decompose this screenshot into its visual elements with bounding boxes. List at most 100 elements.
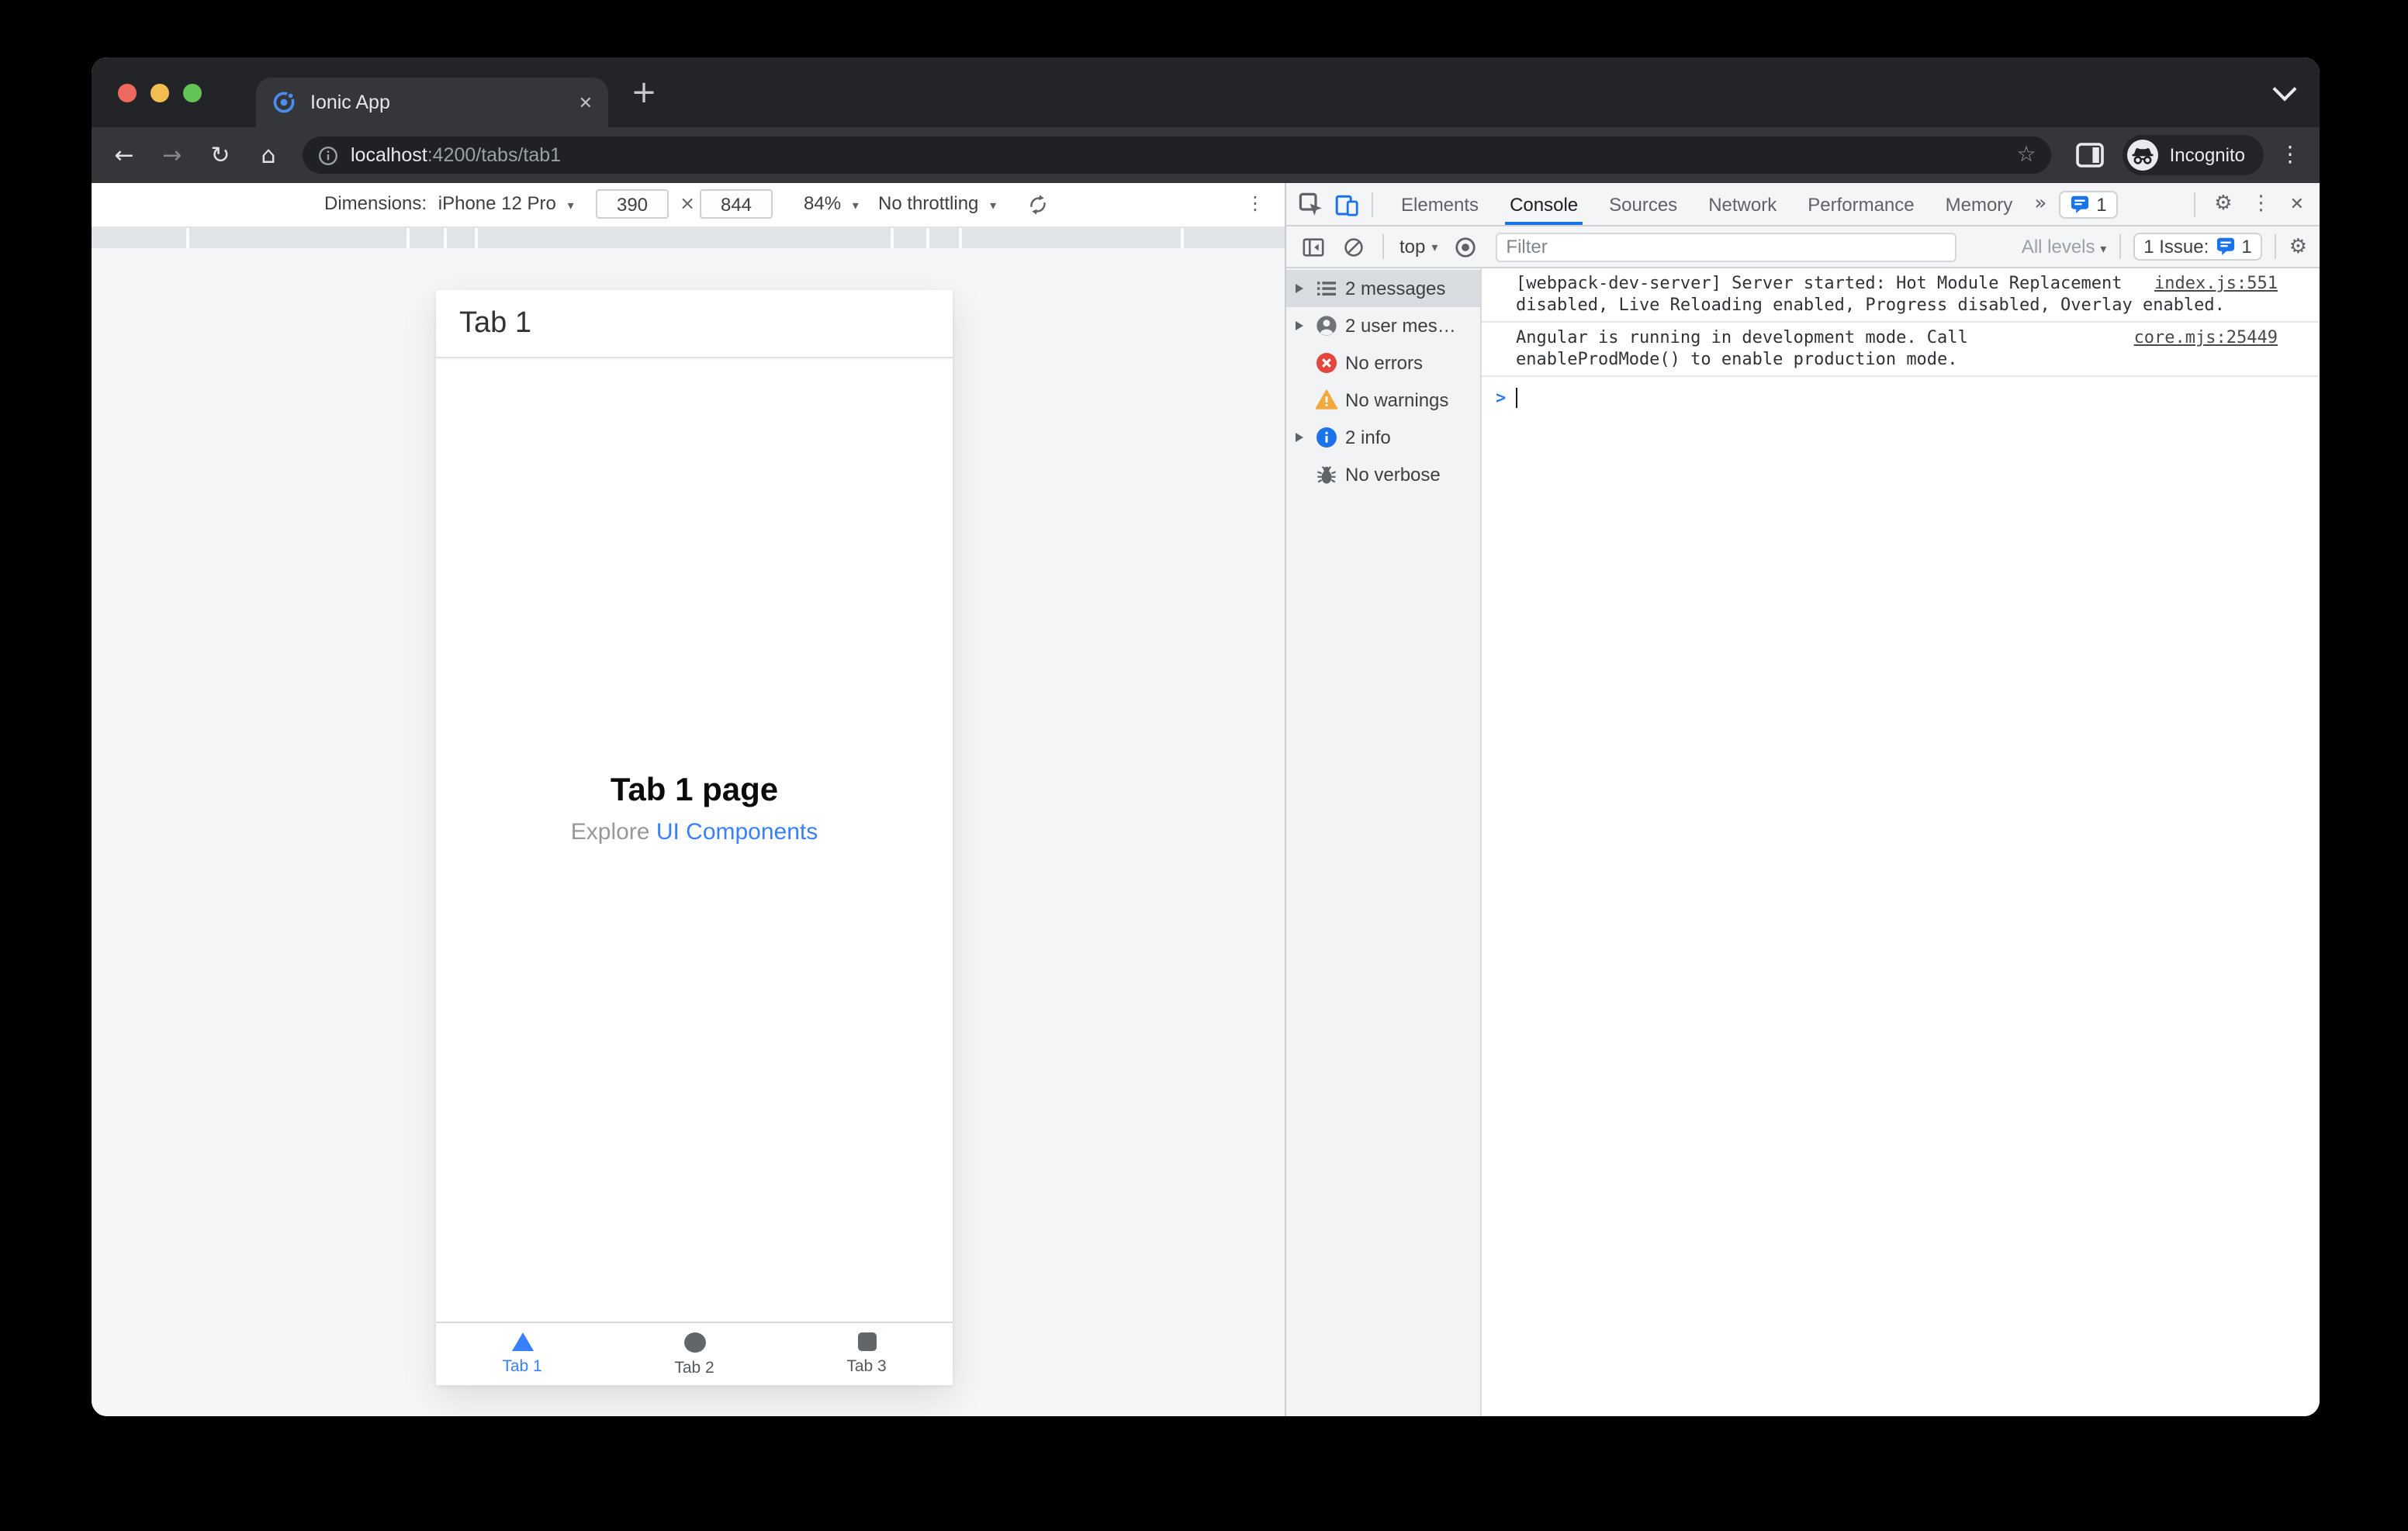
live-expression-eye-icon[interactable] <box>1453 235 1476 258</box>
sidebar-filter-2-info[interactable]: 2 info <box>1286 419 1480 456</box>
subtitle-text: Explore <box>570 819 650 845</box>
throttling-selector[interactable]: No throttling ▾ <box>878 183 996 226</box>
device-width-input[interactable] <box>596 189 669 219</box>
sidebar-filter-label: 2 user mes… <box>1345 315 1456 337</box>
tab-strip: Ionic App ✕ + <box>92 57 2320 127</box>
minimize-window-button[interactable] <box>150 84 169 102</box>
site-info-icon[interactable] <box>318 145 338 165</box>
triangle-icon <box>511 1332 533 1351</box>
disclosure-triangle-icon[interactable] <box>1292 321 1306 330</box>
app-tab-tab-2[interactable]: Tab 2 <box>608 1323 780 1385</box>
tab-close-icon[interactable]: ✕ <box>579 92 593 112</box>
circle-icon <box>683 1332 705 1352</box>
console-prompt[interactable]: > <box>1482 377 2320 408</box>
sidebar-filter-label: No errors <box>1345 352 1424 374</box>
log-levels-selector[interactable]: All levels ▾ <box>2022 236 2106 257</box>
side-panel-icon[interactable] <box>2076 143 2105 168</box>
source-location-link[interactable]: core.mjs:25449 <box>2134 327 2278 348</box>
device-emulation-pane: Dimensions: iPhone 12 Pro ▾ × 84% ▾ No t… <box>92 183 1286 1416</box>
console-panel: 2 messages 2 user mes… No errors No warning… <box>1286 268 2320 1416</box>
console-issues-count: 1 <box>2241 236 2252 257</box>
console-message-line: disabled, Live Reloading enabled, Progre… <box>1516 294 2225 314</box>
forward-button[interactable]: → <box>152 135 192 175</box>
app-header: Tab 1 <box>436 290 953 358</box>
zoom-selector[interactable]: 84% ▾ <box>804 183 859 226</box>
source-location-link[interactable]: index.js:551 <box>2154 273 2278 294</box>
sidebar-filter-no-warnings[interactable]: No warnings <box>1286 382 1480 419</box>
sidebar-filter-no-errors[interactable]: No errors <box>1286 344 1480 382</box>
app-tab-label: Tab 3 <box>846 1357 887 1376</box>
device-selector[interactable]: Dimensions: iPhone 12 Pro ▾ <box>324 183 574 226</box>
console-message: Angular is running in development mode. … <box>1482 323 2320 377</box>
maximize-window-button[interactable] <box>183 84 202 102</box>
device-toolbar-toggle-icon[interactable] <box>1334 192 1359 216</box>
devtools-close-icon[interactable]: ✕ <box>2290 194 2304 214</box>
incognito-badge: Incognito <box>2123 135 2264 175</box>
sidebar-filter-label: 2 messages <box>1345 278 1446 299</box>
console-settings-icon[interactable]: ⚙ <box>2289 235 2307 258</box>
devtools-tab-sources[interactable]: Sources <box>1593 183 1693 225</box>
rotate-device-icon[interactable] <box>1027 194 1049 216</box>
page-title: Tab 1 page <box>610 772 779 808</box>
devtools-tab-console[interactable]: Console <box>1494 183 1593 225</box>
window-controls <box>118 84 202 102</box>
app-tab-tab-1[interactable]: Tab 1 <box>436 1323 608 1385</box>
device-toolbar-menu-icon[interactable]: ⋮ <box>1246 183 1265 225</box>
console-message: [webpack-dev-server] Server started: Hot… <box>1482 268 2320 323</box>
disclosure-triangle-icon[interactable] <box>1292 284 1306 293</box>
device-height-input[interactable] <box>700 189 773 219</box>
main-area: Dimensions: iPhone 12 Pro ▾ × 84% ▾ No t… <box>92 183 2320 1416</box>
console-issues-counter[interactable]: 1 Issue: 1 <box>2133 233 2263 261</box>
browser-toolbar: ← → ↻ ⌂ localhost:4200/tabs/tab1 ☆ Inco… <box>92 127 2320 183</box>
console-toolbar: top ▾ All levels ▾ <box>1286 226 2320 268</box>
dimensions-times-label: × <box>680 192 696 214</box>
sidebar-filter-no-verbose[interactable]: No verbose <box>1286 456 1480 493</box>
devtools-tab-memory[interactable]: Memory <box>1930 183 2029 225</box>
reload-button[interactable]: ↻ <box>200 135 240 175</box>
javascript-context-selector[interactable]: top ▾ <box>1399 236 1438 257</box>
app-tab-tab-3[interactable]: Tab 3 <box>780 1323 953 1385</box>
tab-search-chevron-icon[interactable] <box>2272 77 2297 102</box>
square-icon <box>857 1332 876 1351</box>
clear-console-icon[interactable] <box>1336 237 1370 257</box>
warning-icon <box>1314 389 1337 411</box>
user-icon <box>1314 315 1337 337</box>
console-filter-input[interactable] <box>1495 232 1956 261</box>
console-message-line: enableProdMode() to enable production mo… <box>1516 348 1958 368</box>
disclosure-triangle-icon[interactable] <box>1292 433 1306 442</box>
ionic-favicon-icon <box>272 90 296 115</box>
app-header-title: Tab 1 <box>459 306 531 339</box>
devtools-tab-elements[interactable]: Elements <box>1386 183 1494 225</box>
bookmark-star-icon[interactable]: ☆ <box>2016 143 2036 168</box>
issues-counter[interactable]: 1 <box>2059 190 2118 218</box>
back-button[interactable]: ← <box>104 135 144 175</box>
media-query-bar[interactable] <box>92 228 1285 248</box>
home-button[interactable]: ⌂ <box>248 135 289 175</box>
console-message-line: [webpack-dev-server] Server started: Hot… <box>1516 273 2123 293</box>
close-window-button[interactable] <box>118 84 137 102</box>
emulated-viewport: Tab 1 Tab 1 page Explore UI Components T… <box>436 290 953 1385</box>
hide-console-sidebar-icon[interactable] <box>1296 235 1330 258</box>
devtools-settings-icon[interactable]: ⚙ <box>2214 192 2232 216</box>
browser-menu-icon[interactable]: ⋮ <box>2279 143 2301 168</box>
more-tabs-icon[interactable]: » <box>2034 192 2046 216</box>
devtools-tab-performance[interactable]: Performance <box>1792 183 1929 225</box>
sidebar-filter-label: No verbose <box>1345 464 1441 486</box>
sidebar-filter-2-user-mes-[interactable]: 2 user mes… <box>1286 307 1480 344</box>
inspect-element-icon[interactable] <box>1299 192 1323 216</box>
sidebar-filter-label: 2 info <box>1345 427 1391 448</box>
devtools-menu-icon[interactable]: ⋮ <box>2251 192 2271 216</box>
new-tab-button[interactable]: + <box>625 68 663 115</box>
text-cursor <box>1515 388 1517 408</box>
issues-bubble-icon <box>2215 237 2235 256</box>
incognito-label: Incognito <box>2169 144 2245 166</box>
sidebar-filter-2-messages[interactable]: 2 messages <box>1286 270 1480 307</box>
devtools-tab-network[interactable]: Network <box>1693 183 1792 225</box>
browser-tab[interactable]: Ionic App ✕ <box>256 78 608 127</box>
address-bar[interactable]: localhost:4200/tabs/tab1 ☆ <box>303 137 2052 174</box>
ui-components-link[interactable]: UI Components <box>656 819 818 845</box>
prompt-chevron-icon: > <box>1496 388 1507 408</box>
issues-text: 1 Issue: <box>2143 236 2209 257</box>
app-tab-label: Tab 1 <box>502 1357 542 1376</box>
app-content: Tab 1 page Explore UI Components <box>436 358 953 1322</box>
